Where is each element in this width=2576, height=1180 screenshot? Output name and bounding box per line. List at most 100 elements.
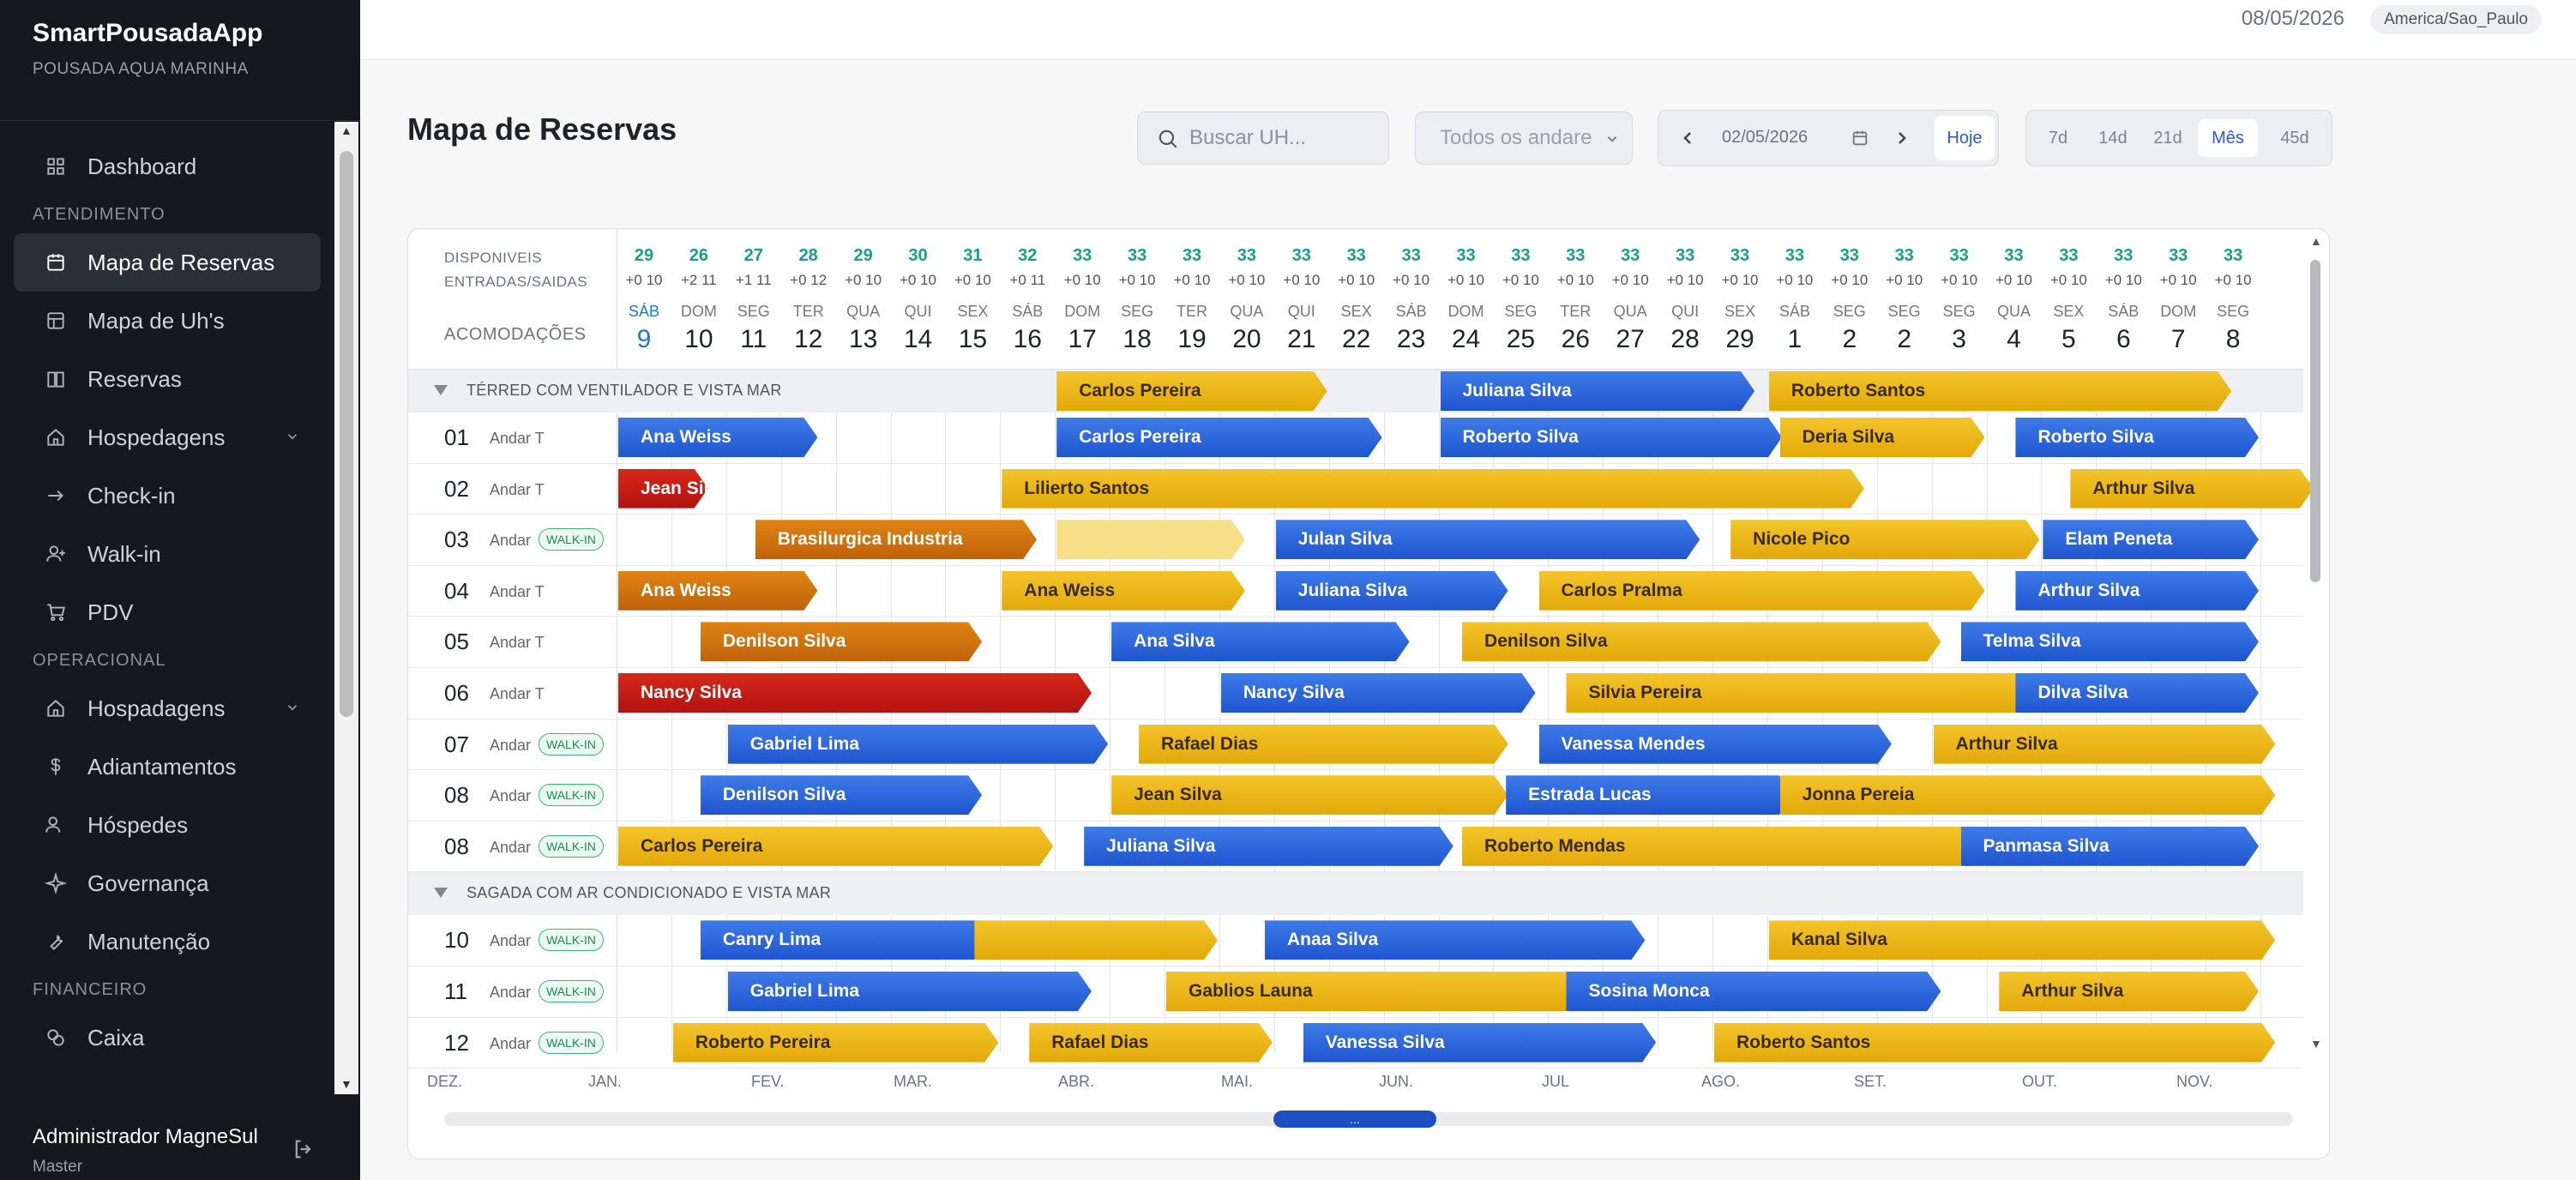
range-21d-button[interactable]: 21d xyxy=(2146,119,2189,157)
reservation-bar[interactable] xyxy=(1056,520,1245,559)
range-ms-button[interactable]: Mês xyxy=(2198,119,2258,157)
sidebar-item-caixa[interactable]: Caixa xyxy=(0,1008,334,1067)
day-number[interactable]: 6 xyxy=(2096,325,2151,354)
scroll-up-icon[interactable]: ▲ xyxy=(340,123,352,137)
reservation-bar[interactable]: Telma Silva xyxy=(1961,622,2259,661)
chevron-left-icon[interactable] xyxy=(1677,128,1698,148)
range-7d-button[interactable]: 7d xyxy=(2037,119,2079,157)
sidebar-item-reservas[interactable]: Reservas xyxy=(0,350,334,408)
chevron-right-icon[interactable] xyxy=(1892,128,1912,148)
reservation-bar[interactable]: Nancy Silva xyxy=(1221,673,1536,713)
sidebar-item-mapa-de-reservas[interactable]: Mapa de Reservas xyxy=(14,233,321,292)
sidebar-scroll-thumb[interactable] xyxy=(340,151,353,717)
day-number[interactable]: 22 xyxy=(1329,325,1384,354)
range-45d-button[interactable]: 45d xyxy=(2266,119,2323,157)
reservation-bar[interactable]: Denilson Silva xyxy=(1462,622,1941,661)
date-input[interactable]: 02/05/2026 xyxy=(1722,128,1808,148)
board-scroll-thumb[interactable] xyxy=(2310,260,2320,582)
day-number[interactable]: 14 xyxy=(891,325,946,354)
scroll-up-icon[interactable]: ▲ xyxy=(2310,234,2322,248)
month-label[interactable]: FEV. xyxy=(751,1073,784,1091)
reservation-bar[interactable]: Roberto Silva xyxy=(1441,418,1783,457)
reservation-bar[interactable]: Carlos Pralma xyxy=(1539,571,1985,611)
day-number[interactable]: 3 xyxy=(1932,325,1987,354)
reservation-bar[interactable]: Sosina Monca xyxy=(1566,972,1941,1011)
reservation-bar[interactable]: Jean Silva xyxy=(1111,775,1508,815)
reservation-bar[interactable]: Arthur Silva xyxy=(1999,972,2259,1011)
reservation-bar[interactable]: Elam Peneta xyxy=(2043,520,2259,559)
day-number[interactable]: 2 xyxy=(1822,325,1877,354)
sidebar-item-dashboard[interactable]: Dashboard xyxy=(0,137,334,196)
reservation-bar[interactable]: Dilva Silva xyxy=(2015,673,2259,713)
timeline-scroll-thumb[interactable]: ... xyxy=(1273,1111,1436,1128)
day-number[interactable]: 24 xyxy=(1439,325,1494,354)
day-number[interactable]: 18 xyxy=(1110,325,1165,354)
range-14d-button[interactable]: 14d xyxy=(2091,119,2134,157)
sidebar-item-pdv[interactable]: PDV xyxy=(0,583,334,641)
day-number[interactable]: 8 xyxy=(2206,325,2260,354)
reservation-bar[interactable]: Julan Silva xyxy=(1276,520,1700,559)
day-number[interactable]: 2 xyxy=(1877,325,1932,354)
reservation-bar[interactable]: Deria Silva xyxy=(1780,418,1985,457)
reservation-bar[interactable]: Roberto Santos xyxy=(1714,1023,2275,1063)
reservation-bar[interactable]: Ana Silva xyxy=(1111,622,1409,661)
reservation-bar[interactable]: Canry Lima xyxy=(701,920,998,960)
reservation-bar[interactable]: Vanessa Silva xyxy=(1303,1023,1656,1063)
day-number[interactable]: 16 xyxy=(1000,325,1055,354)
reservation-bar[interactable]: Silvia Pereira xyxy=(1566,673,2039,713)
today-button[interactable]: Hoje xyxy=(1935,116,1995,160)
day-number[interactable]: 25 xyxy=(1493,325,1548,354)
search-input[interactable]: Buscar UH... xyxy=(1137,111,1389,165)
sidebar-item-check-in[interactable]: Check-in xyxy=(0,467,334,525)
sidebar-item-governanca[interactable]: Governança xyxy=(0,854,334,912)
sidebar-item-manutencao[interactable]: Manutenção xyxy=(0,912,334,971)
reservation-bar[interactable]: Lilierto Santos xyxy=(1002,469,1864,509)
reservation-bar[interactable] xyxy=(974,920,1218,960)
day-number[interactable]: 4 xyxy=(1987,325,2042,354)
day-number[interactable]: 29 xyxy=(1712,325,1767,354)
reservation-bar[interactable]: Denilson Silva xyxy=(701,775,982,815)
sidebar-item-adiantamentos[interactable]: Adiantamentos xyxy=(0,738,334,796)
reservation-bar[interactable]: Arthur Silva xyxy=(2015,571,2259,611)
day-number[interactable]: 20 xyxy=(1219,325,1274,354)
reservation-bar[interactable]: Rafael Dias xyxy=(1139,725,1508,764)
scroll-down-icon[interactable]: ▼ xyxy=(2310,1037,2322,1051)
day-number[interactable]: 23 xyxy=(1384,325,1439,354)
day-number[interactable]: 12 xyxy=(781,325,836,354)
sidebar-scrollbar[interactable]: ▲ ▼ xyxy=(334,122,358,1094)
reservation-bar[interactable]: Nancy Silva xyxy=(618,673,1092,713)
day-number[interactable]: 11 xyxy=(726,325,781,354)
month-label[interactable]: DEZ. xyxy=(427,1073,462,1091)
day-number[interactable]: 26 xyxy=(1548,325,1603,354)
calendar-icon[interactable] xyxy=(1851,128,1869,148)
reservation-bar[interactable]: Arthur Silva xyxy=(1934,725,2276,764)
month-label[interactable]: JUN. xyxy=(1379,1073,1413,1091)
reservation-bar[interactable]: Anaa Silva xyxy=(1265,920,1645,960)
day-number[interactable]: 1 xyxy=(1767,325,1822,354)
scroll-down-icon[interactable]: ▼ xyxy=(340,1077,352,1091)
reservation-bar[interactable]: Juliana Silva xyxy=(1441,371,1755,411)
collapse-triangle-icon[interactable] xyxy=(434,385,448,395)
sidebar-item-hospedagens[interactable]: Hospedagens xyxy=(0,408,334,467)
reservation-bar[interactable]: Jonna Pereia xyxy=(1780,775,2275,815)
reservation-bar[interactable]: Gabriel Lima xyxy=(728,725,1108,764)
reservation-bar[interactable]: Ana Weiss xyxy=(618,571,817,611)
day-number[interactable]: 27 xyxy=(1603,325,1658,354)
month-label[interactable]: SET. xyxy=(1854,1073,1887,1091)
reservation-bar[interactable]: Roberto Silva xyxy=(2015,418,2259,457)
month-label[interactable]: JAN. xyxy=(588,1073,622,1091)
day-number[interactable]: 15 xyxy=(945,325,1000,354)
reservation-bar[interactable]: Roberto Pereira xyxy=(673,1023,998,1063)
reservation-bar[interactable]: Rafael Dias xyxy=(1029,1023,1273,1063)
day-number[interactable]: 19 xyxy=(1165,325,1219,354)
collapse-triangle-icon[interactable] xyxy=(434,888,448,899)
reservation-bar[interactable]: Roberto Santos xyxy=(1769,371,2231,411)
day-number[interactable]: 10 xyxy=(671,325,726,354)
month-label[interactable]: AGO. xyxy=(1701,1073,1740,1091)
reservation-bar[interactable]: Roberto Mendas xyxy=(1462,827,1984,866)
reservation-bar[interactable]: Estrada Lucas xyxy=(1506,775,1793,815)
reservation-bar[interactable]: Gabriel Lima xyxy=(728,972,1092,1011)
reservation-bar[interactable]: Denilson Silva xyxy=(701,622,982,661)
room-group-header[interactable]: SAGADA COM AR CONDICIONADO E VISTA MAR xyxy=(408,872,2303,916)
reservation-bar[interactable]: Ana Weiss xyxy=(1002,571,1245,611)
